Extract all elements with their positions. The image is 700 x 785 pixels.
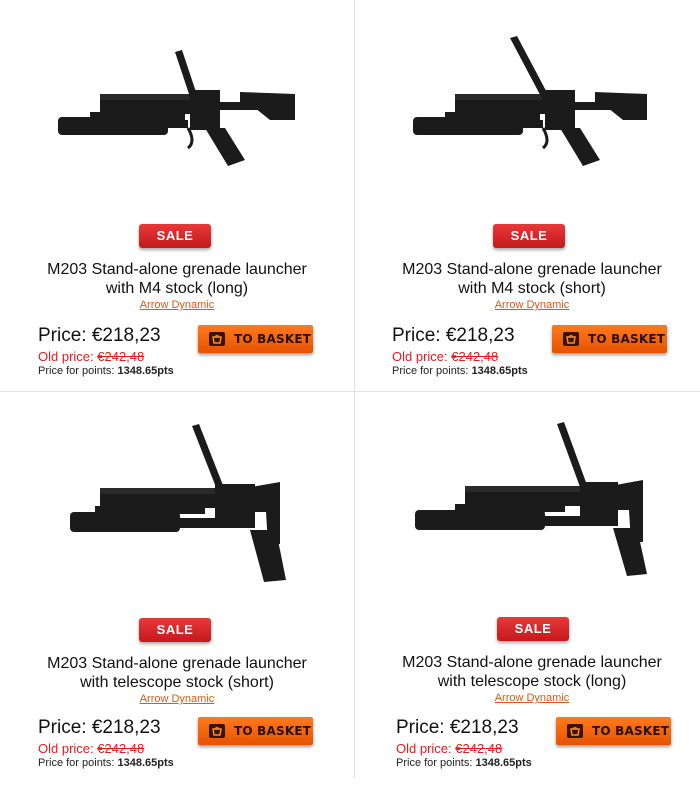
product-grid: SALE M203 Stand-alone grenade launcher w…: [0, 0, 700, 785]
product-title-line2[interactable]: with telescope stock (short): [10, 673, 344, 692]
to-basket-button[interactable]: TO BASKET: [556, 717, 671, 745]
brand-link[interactable]: Arrow Dynamic: [0, 693, 354, 705]
product-card: SALE M203 Stand-alone grenade launcher w…: [0, 392, 354, 783]
price: Price: €218,23: [396, 717, 519, 739]
product-title-line2[interactable]: with M4 stock (long): [10, 279, 344, 298]
price-value: €218,23: [445, 325, 515, 346]
product-title-line1[interactable]: M203 Stand-alone grenade launcher: [10, 260, 344, 279]
grenade-launcher-image-icon: [70, 424, 286, 582]
product-title-line1[interactable]: M203 Stand-alone grenade launcher: [365, 260, 699, 279]
old-price-value: €242,48: [97, 349, 145, 364]
to-basket-button[interactable]: TO BASKET: [198, 325, 313, 353]
points-price: Price for points: 1348.65pts: [396, 757, 532, 769]
points-value: 1348.65pts: [117, 365, 174, 377]
brand-link[interactable]: Arrow Dynamic: [355, 299, 700, 311]
product-title-line1[interactable]: M203 Stand-alone grenade launcher: [365, 653, 699, 672]
product-card: SALE M203 Stand-alone grenade launcher w…: [355, 392, 700, 783]
old-price: Old price: €242,48: [38, 349, 144, 364]
price-value: €218,23: [91, 325, 161, 346]
price-value: €218,23: [449, 717, 519, 738]
price: Price: €218,23: [38, 717, 161, 739]
product-title[interactable]: M203 Stand-alone grenade launcher with t…: [10, 654, 344, 692]
product-image[interactable]: [40, 412, 310, 592]
old-price: Old price: €242,48: [392, 349, 498, 364]
product-image[interactable]: [395, 20, 665, 200]
points-label: Price for points:: [38, 757, 115, 769]
points-label: Price for points:: [396, 757, 473, 769]
product-card: SALE M203 Stand-alone grenade launcher w…: [355, 0, 700, 391]
basket-icon: [562, 331, 580, 347]
product-title-line1[interactable]: M203 Stand-alone grenade launcher: [10, 654, 344, 673]
sale-badge: SALE: [493, 224, 565, 248]
points-value: 1348.65pts: [117, 757, 174, 769]
grenade-launcher-image-icon: [58, 50, 295, 166]
sale-badge: SALE: [139, 224, 211, 248]
price: Price: €218,23: [392, 325, 515, 347]
old-price-value: €242,48: [451, 349, 499, 364]
product-card: SALE M203 Stand-alone grenade launcher w…: [0, 0, 354, 391]
grenade-launcher-image-icon: [415, 422, 647, 576]
old-price-value: €242,48: [97, 741, 145, 756]
points-value: 1348.65pts: [475, 757, 532, 769]
old-price-label: Old price:: [392, 349, 448, 364]
price: Price: €218,23: [38, 325, 161, 347]
price-value: €218,23: [91, 717, 161, 738]
old-price-label: Old price:: [38, 741, 94, 756]
to-basket-label: TO BASKET: [592, 724, 670, 738]
sale-badge: SALE: [139, 618, 211, 642]
to-basket-label: TO BASKET: [234, 724, 312, 738]
product-image[interactable]: [40, 20, 310, 200]
price-label: Price:: [38, 717, 87, 738]
old-price: Old price: €242,48: [38, 741, 144, 756]
price-label: Price:: [38, 325, 87, 346]
old-price-label: Old price:: [38, 349, 94, 364]
to-basket-label: TO BASKET: [234, 332, 312, 346]
product-image[interactable]: [395, 412, 665, 592]
price-label: Price:: [396, 717, 445, 738]
product-title[interactable]: M203 Stand-alone grenade launcher with M…: [365, 260, 699, 298]
points-price: Price for points: 1348.65pts: [38, 365, 174, 377]
basket-icon: [566, 723, 584, 739]
points-value: 1348.65pts: [471, 365, 528, 377]
old-price-label: Old price:: [396, 741, 452, 756]
old-price-value: €242,48: [455, 741, 503, 756]
basket-icon: [208, 723, 226, 739]
points-price: Price for points: 1348.65pts: [392, 365, 528, 377]
brand-link[interactable]: Arrow Dynamic: [0, 299, 354, 311]
price-label: Price:: [392, 325, 441, 346]
sale-badge: SALE: [497, 617, 569, 641]
product-title-line2[interactable]: with M4 stock (short): [365, 279, 699, 298]
grenade-launcher-image-icon: [413, 36, 647, 166]
product-title[interactable]: M203 Stand-alone grenade launcher with t…: [365, 653, 699, 691]
to-basket-button[interactable]: TO BASKET: [552, 325, 667, 353]
basket-icon: [208, 331, 226, 347]
to-basket-label: TO BASKET: [588, 332, 666, 346]
points-label: Price for points:: [38, 365, 115, 377]
product-title[interactable]: M203 Stand-alone grenade launcher with M…: [10, 260, 344, 298]
points-label: Price for points:: [392, 365, 469, 377]
to-basket-button[interactable]: TO BASKET: [198, 717, 313, 745]
points-price: Price for points: 1348.65pts: [38, 757, 174, 769]
brand-link[interactable]: Arrow Dynamic: [355, 692, 700, 704]
product-title-line2[interactable]: with telescope stock (long): [365, 672, 699, 691]
old-price: Old price: €242,48: [396, 741, 502, 756]
